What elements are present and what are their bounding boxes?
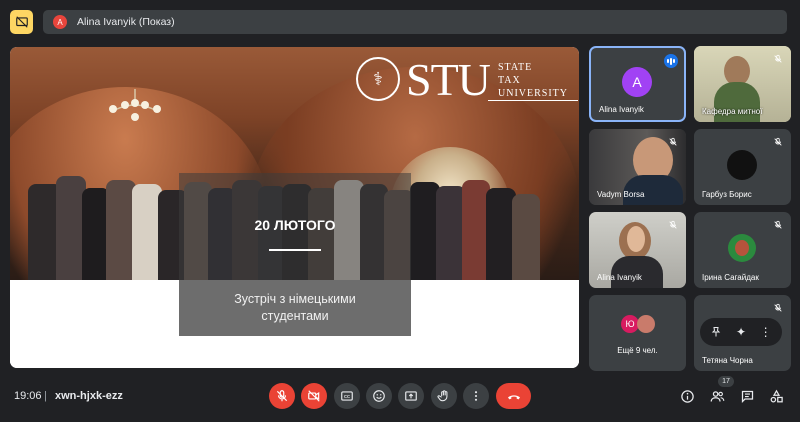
leave-call-button[interactable] xyxy=(496,383,531,409)
speaking-indicator-icon xyxy=(664,54,678,68)
shapes-icon xyxy=(770,389,783,402)
top-bar: A Alina Ivanyik (Показ) xyxy=(0,0,800,44)
tile-hover-controls: ✦ ⋮ xyxy=(700,318,782,346)
present-to-all-icon xyxy=(405,391,417,401)
meeting-code: xwn-hjxk-ezz xyxy=(55,390,123,402)
presenter-avatar: A xyxy=(53,15,67,29)
university-seal-icon: ⚕ xyxy=(356,57,400,101)
mic-off-icon xyxy=(666,218,680,232)
participant-name: Тетяна Чорна xyxy=(702,356,753,365)
clock: 19:06 xyxy=(14,390,42,402)
people-count-badge: 17 xyxy=(718,376,734,387)
mic-off-icon xyxy=(771,135,785,149)
presenting-banner[interactable]: A Alina Ivanyik (Показ) xyxy=(43,10,787,34)
participant-name: Кафедра митної xyxy=(702,107,763,116)
emoji-icon xyxy=(373,390,385,402)
camera-toggle-button[interactable] xyxy=(301,383,327,409)
chat-icon xyxy=(741,390,753,403)
slide-date: 20 ЛЮТОГО xyxy=(254,217,336,233)
participant-name: Alina Ivanyik xyxy=(599,105,644,114)
more-options-button[interactable] xyxy=(463,383,489,409)
people-button[interactable] xyxy=(707,386,727,406)
others-tile[interactable]: Ю Ещё 9 чел. xyxy=(589,295,686,371)
stop-presenting-button[interactable] xyxy=(10,10,33,34)
mic-off-icon xyxy=(666,135,680,149)
participant-name: Гарбуз Борис xyxy=(702,190,752,199)
participant-tile[interactable]: A Alina Ivanyik xyxy=(589,46,686,122)
chat-button[interactable] xyxy=(737,386,757,406)
call-end-icon xyxy=(507,395,520,400)
participant-name: Ірина Сагайдак xyxy=(702,273,759,282)
pin-icon[interactable] xyxy=(707,323,725,341)
avatar xyxy=(727,150,757,180)
presentation-stage[interactable]: ⚕ STU STATE TAX UNIVERSITY 20 ЛЮТОГО Зус… xyxy=(10,47,579,368)
meeting-details-button[interactable] xyxy=(677,386,697,406)
info-icon xyxy=(680,389,694,403)
slide-date-card: 20 ЛЮТОГО xyxy=(179,173,411,283)
participant-tile[interactable]: Кафедра митної xyxy=(694,46,791,122)
participant-tile[interactable]: Гарбуз Борис xyxy=(694,129,791,205)
activities-button[interactable] xyxy=(766,386,786,406)
chandelier-graphic xyxy=(109,89,161,121)
separator: | xyxy=(44,390,47,402)
mic-off-icon xyxy=(771,52,785,66)
people-icon xyxy=(710,390,724,402)
bottom-bar: 19:06 | xwn-hjxk-ezz CC 17 xyxy=(0,374,800,422)
reactions-button[interactable] xyxy=(366,383,392,409)
avatar xyxy=(637,315,655,333)
presenting-label: Alina Ivanyik (Показ) xyxy=(77,16,175,28)
slide-meeting-card: Зустріч з німецькими студентами xyxy=(179,280,411,336)
hand-icon xyxy=(437,390,448,402)
meet-window: A Alina Ivanyik (Показ) ⚕ STU STATE TAX … xyxy=(0,0,800,422)
slide-meeting-title: Зустріч з німецькими студентами xyxy=(234,292,356,323)
present-now-button[interactable] xyxy=(398,383,424,409)
mic-off-icon xyxy=(771,218,785,232)
more-vert-icon xyxy=(474,391,478,401)
mic-off-icon xyxy=(771,301,785,315)
avatar: A xyxy=(622,67,652,97)
raise-hand-button[interactable] xyxy=(431,383,457,409)
more-vert-icon[interactable]: ⋮ xyxy=(757,323,775,341)
avatar xyxy=(728,234,756,262)
participant-name: Vadym Borsa xyxy=(597,190,645,199)
present-off-icon xyxy=(15,16,28,28)
captions-button[interactable]: CC xyxy=(334,383,360,409)
mic-toggle-button[interactable] xyxy=(269,383,295,409)
sparkle-effects-icon[interactable]: ✦ xyxy=(732,323,750,341)
participant-tile[interactable]: Vadym Borsa xyxy=(589,129,686,205)
participant-name: Alina Ivanyik xyxy=(597,273,642,282)
mic-off-icon xyxy=(276,390,288,402)
camera-off-icon xyxy=(308,390,320,402)
closed-captions-icon: CC xyxy=(341,391,353,401)
stu-logo: ⚕ STU STATE TAX UNIVERSITY xyxy=(356,55,578,107)
participant-tile[interactable]: Alina Ivanyik xyxy=(589,212,686,288)
svg-text:CC: CC xyxy=(344,394,350,399)
participant-tile[interactable]: Ірина Сагайдак xyxy=(694,212,791,288)
others-count-label: Ещё 9 чел. xyxy=(617,346,658,355)
